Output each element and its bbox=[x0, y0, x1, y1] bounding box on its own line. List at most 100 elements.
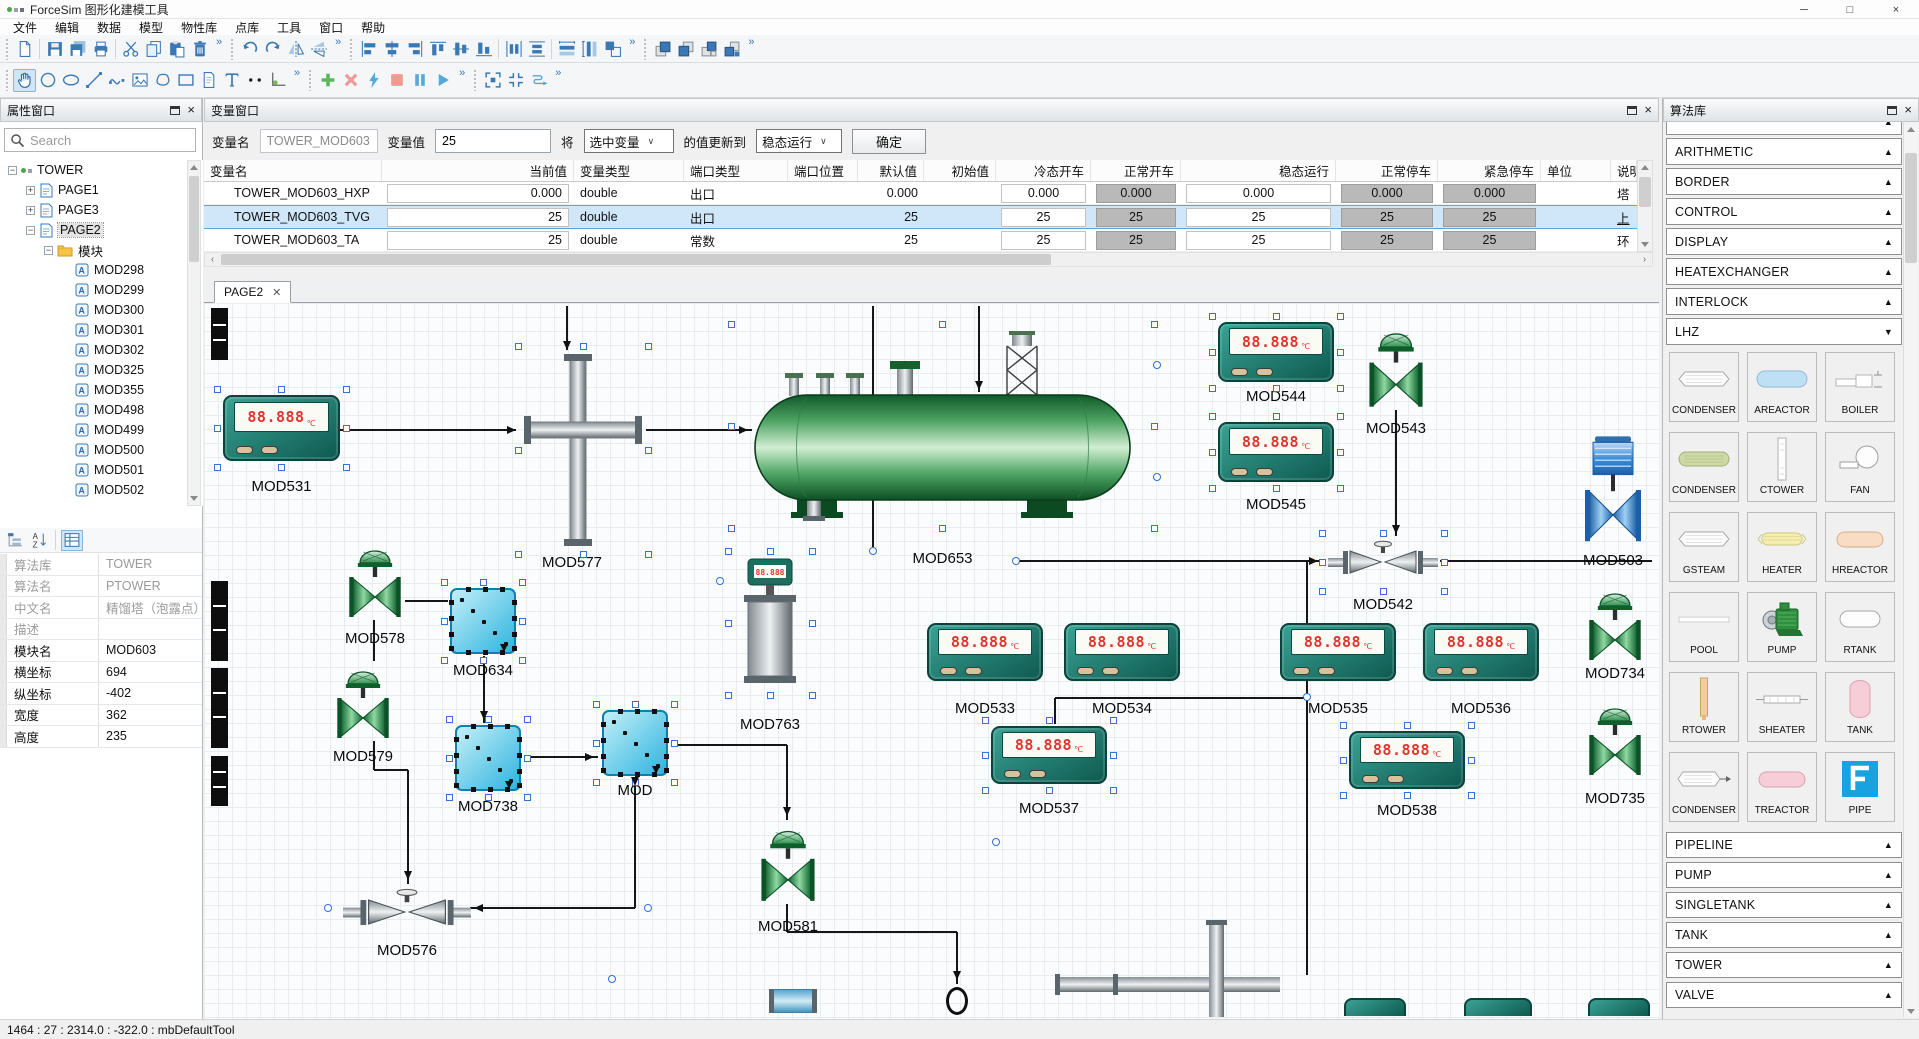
control-valve[interactable] bbox=[345, 542, 405, 620]
library-group-tank[interactable]: TANK▲ bbox=[1666, 922, 1902, 948]
connector-line[interactable] bbox=[1016, 560, 1322, 562]
indicator-display[interactable]: 88.888℃ bbox=[1064, 623, 1180, 681]
confirm-button[interactable]: 确定 bbox=[852, 129, 926, 154]
page-icon[interactable] bbox=[197, 69, 220, 92]
partial-equipment[interactable] bbox=[211, 668, 228, 748]
variable-table-vscrollbar[interactable] bbox=[1637, 160, 1653, 252]
menu-item[interactable]: 帮助 bbox=[352, 19, 394, 36]
close-panel-icon[interactable]: × bbox=[1904, 105, 1912, 115]
library-item-rtank[interactable]: RTANK bbox=[1825, 592, 1895, 662]
save-icon[interactable] bbox=[43, 37, 66, 60]
property-row[interactable]: 高度235 bbox=[0, 726, 202, 748]
tree-item[interactable]: +PAGE1 bbox=[26, 180, 99, 200]
selection-handle[interactable] bbox=[809, 548, 816, 555]
selection-handle[interactable] bbox=[1380, 588, 1387, 595]
connector-line[interactable] bbox=[407, 770, 409, 884]
selection-handle[interactable] bbox=[1151, 525, 1158, 532]
library-item-heater[interactable]: HEATER bbox=[1747, 512, 1817, 582]
pipe-segment[interactable] bbox=[1055, 977, 1280, 992]
selection-handle[interactable] bbox=[1110, 787, 1117, 794]
selection-handle[interactable] bbox=[645, 343, 652, 350]
column-header[interactable]: 变量类型 bbox=[574, 160, 684, 181]
connection-port[interactable] bbox=[1012, 557, 1020, 565]
property-row[interactable]: 纵坐标-402 bbox=[0, 683, 202, 705]
connection-port[interactable] bbox=[992, 838, 1000, 846]
table-cell[interactable]: 25 bbox=[1438, 229, 1541, 251]
variable-value-field[interactable] bbox=[435, 129, 551, 153]
menu-item[interactable]: 数据 bbox=[88, 19, 130, 36]
tree-item[interactable]: AMOD300 bbox=[62, 300, 144, 320]
toolbar-grip[interactable] bbox=[5, 69, 10, 91]
tree-expander-icon[interactable]: − bbox=[8, 166, 17, 175]
selection-handle[interactable] bbox=[1209, 349, 1216, 356]
toolbar-overflow-icon[interactable]: » bbox=[629, 36, 635, 48]
tree-expander-icon[interactable]: + bbox=[26, 186, 35, 195]
indicator-display[interactable]: 88.888℃ bbox=[991, 726, 1107, 784]
minimize-button[interactable]: ─ bbox=[1781, 0, 1827, 19]
table-cell[interactable]: 25 bbox=[382, 229, 574, 251]
details-icon[interactable] bbox=[61, 530, 83, 551]
selection-handle[interactable] bbox=[1340, 792, 1347, 799]
close-x-icon[interactable] bbox=[339, 69, 362, 92]
selection-handle[interactable] bbox=[632, 701, 639, 708]
tree-item[interactable]: AMOD500 bbox=[62, 440, 144, 460]
connector-line[interactable] bbox=[1055, 697, 1307, 699]
selection-handle[interactable] bbox=[725, 692, 732, 699]
selection-handle[interactable] bbox=[278, 464, 285, 471]
selection-handle[interactable] bbox=[1340, 757, 1347, 764]
tree-item[interactable]: AMOD302 bbox=[62, 340, 144, 360]
distribute-v-icon[interactable] bbox=[525, 37, 548, 60]
library-item-sheater[interactable]: SHEATER bbox=[1747, 672, 1817, 742]
align-bottom-icon[interactable] bbox=[472, 37, 495, 60]
scroll-thumb[interactable] bbox=[221, 254, 1051, 265]
connection-port[interactable] bbox=[1153, 361, 1161, 369]
horizontal-vessel[interactable] bbox=[737, 330, 1148, 522]
menu-item[interactable]: 文件 bbox=[4, 19, 46, 36]
selection-handle[interactable] bbox=[446, 794, 453, 801]
selection-handle[interactable] bbox=[671, 740, 678, 747]
selection-handle[interactable] bbox=[1110, 752, 1117, 759]
partial-equipment[interactable] bbox=[211, 581, 228, 661]
library-group-border[interactable]: BORDER▲ bbox=[1666, 168, 1902, 195]
library-item-pool[interactable]: POOL bbox=[1669, 592, 1739, 662]
toolbar-grip[interactable] bbox=[349, 38, 354, 60]
send-backward-icon[interactable] bbox=[720, 37, 743, 60]
pipe-fitting[interactable] bbox=[769, 989, 817, 1013]
float-panel-icon[interactable] bbox=[1887, 106, 1897, 115]
scroll-down-icon[interactable] bbox=[1638, 238, 1652, 251]
connector-line[interactable] bbox=[405, 600, 448, 602]
selection-handle[interactable] bbox=[671, 701, 678, 708]
blob-icon[interactable] bbox=[151, 69, 174, 92]
save-all-icon[interactable] bbox=[66, 37, 89, 60]
selection-handle[interactable] bbox=[939, 525, 946, 532]
toolbar-grip[interactable] bbox=[230, 38, 235, 60]
connection-port[interactable] bbox=[869, 547, 877, 555]
selection-handle[interactable] bbox=[580, 343, 587, 350]
table-cell[interactable]: 25 bbox=[1336, 229, 1438, 251]
redo-icon[interactable] bbox=[261, 37, 284, 60]
target-state-dropdown[interactable]: 稳态运行∨ bbox=[756, 129, 842, 153]
bring-to-front-icon[interactable] bbox=[651, 37, 674, 60]
text-icon[interactable] bbox=[220, 69, 243, 92]
tree-scrollbar[interactable] bbox=[187, 160, 201, 506]
tree-item[interactable]: −模块 bbox=[44, 240, 103, 260]
column-header[interactable]: 紧急停车 bbox=[1438, 160, 1541, 181]
selection-handle[interactable] bbox=[1404, 722, 1411, 729]
connector-line[interactable] bbox=[671, 744, 787, 746]
points-icon[interactable] bbox=[243, 69, 266, 92]
library-group-heatexchanger[interactable]: HEATEXCHANGER▲ bbox=[1666, 258, 1902, 285]
column-header[interactable]: 默认值 bbox=[858, 160, 924, 181]
tree-item[interactable]: AMOD298 bbox=[62, 260, 144, 280]
menu-item[interactable]: 模型 bbox=[130, 19, 172, 36]
selection-handle[interactable] bbox=[480, 657, 487, 664]
flowsheet-canvas[interactable]: 88.888℃ 88.888℃ 88.888℃ bbox=[204, 303, 1659, 1020]
library-group-clipped[interactable]: ▲ bbox=[1666, 122, 1902, 135]
tree-item[interactable]: AMOD499 bbox=[62, 420, 144, 440]
table-cell[interactable]: 25 bbox=[1181, 206, 1336, 228]
table-cell[interactable]: 25 bbox=[1091, 206, 1181, 228]
undo-icon[interactable] bbox=[238, 37, 261, 60]
column-header[interactable]: 变量名 bbox=[204, 160, 382, 181]
connector-line[interactable] bbox=[340, 429, 516, 431]
align-right-icon[interactable] bbox=[403, 37, 426, 60]
table-cell[interactable]: 0.000 bbox=[1336, 182, 1438, 204]
